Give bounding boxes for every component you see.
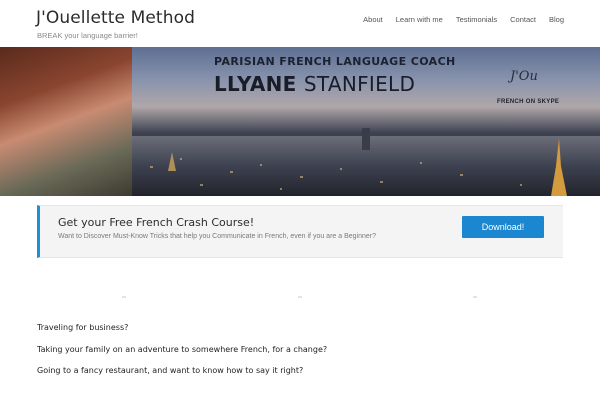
crash-course-callout: Get your Free French Crash Course! Want … [37, 205, 563, 258]
nav-item-about[interactable]: About [363, 15, 383, 24]
site-title[interactable]: J'Ouellette Method [36, 8, 195, 28]
site-tagline: BREAK your language barrier! [37, 31, 138, 40]
divider-dot [473, 296, 477, 298]
main-nav: About Learn with me Testimonials Contact… [350, 15, 564, 24]
intro-question: Going to a fancy restaurant, and want to… [37, 366, 304, 375]
coach-portrait [0, 47, 132, 196]
callout-subtitle: Want to Discover Must-Know Tricks that h… [58, 233, 376, 240]
coach-subtitle: PARISIAN FRENCH LANGUAGE COACH [214, 55, 456, 68]
banner-logo: J'Ou [510, 69, 538, 84]
banner-heading: PARISIAN FRENCH LANGUAGE COACH LLYANE ST… [214, 55, 456, 96]
skype-label: FRENCH ON SKYPE [497, 99, 560, 105]
divider-dot [122, 296, 126, 298]
download-button[interactable]: Download! [462, 216, 544, 238]
nav-item-contact[interactable]: Contact [510, 15, 536, 24]
coach-name: LLYANE STANFIELD [214, 72, 456, 96]
coach-first-name: LLYANE [214, 72, 297, 96]
divider-dot [298, 296, 302, 298]
nav-item-learn[interactable]: Learn with me [396, 15, 443, 24]
hero-banner: PARISIAN FRENCH LANGUAGE COACH LLYANE ST… [0, 47, 600, 196]
intro-question: Taking your family on an adventure to so… [37, 345, 328, 354]
coach-last-name: STANFIELD [303, 72, 416, 96]
nav-item-testimonials[interactable]: Testimonials [456, 15, 497, 24]
nav-item-blog[interactable]: Blog [549, 15, 564, 24]
callout-title: Get your Free French Crash Course! [58, 216, 255, 229]
intro-question: Traveling for business? [37, 323, 129, 332]
site-header: J'Ouellette Method BREAK your language b… [0, 0, 600, 46]
